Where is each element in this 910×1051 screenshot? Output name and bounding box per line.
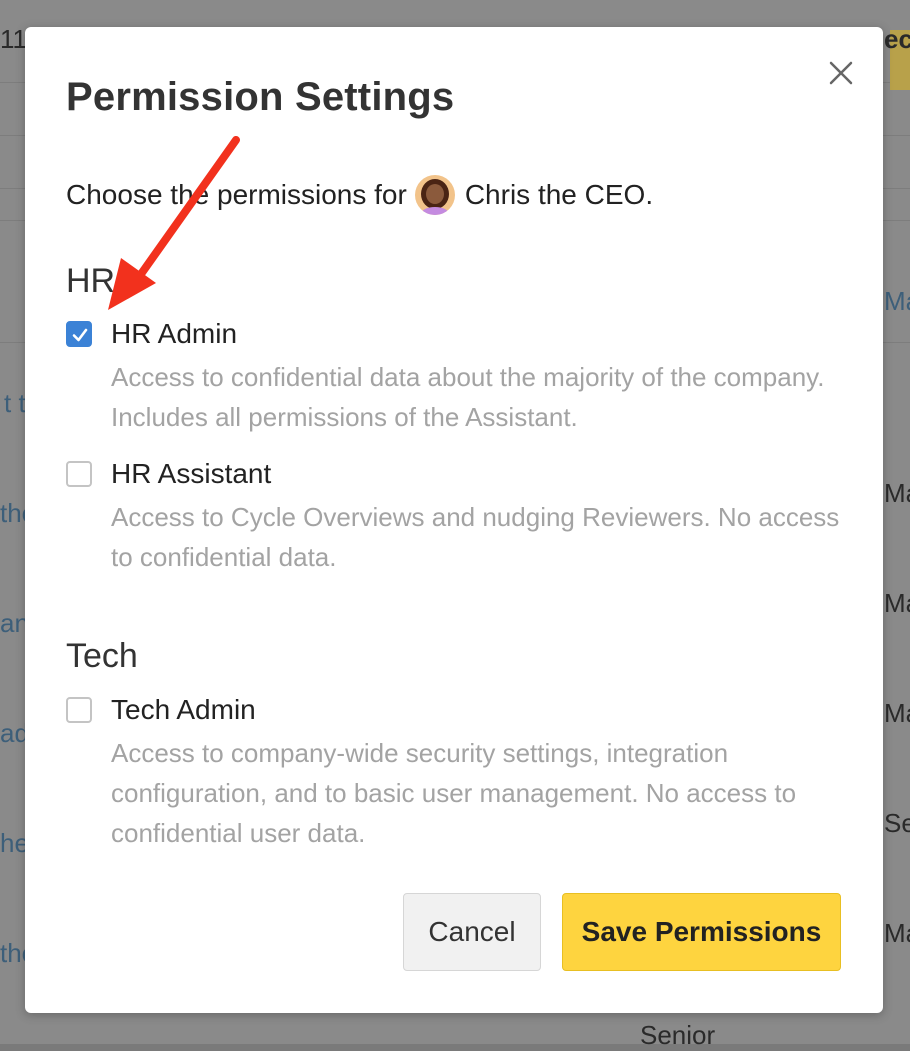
user-name: Chris the CEO.	[464, 179, 654, 210]
tech-admin-checkbox[interactable]	[66, 697, 92, 723]
permission-tech-admin: Tech Admin Access to company-wide securi…	[66, 693, 856, 853]
hr-assistant-label[interactable]: HR Assistant	[111, 457, 271, 491]
tech-admin-label[interactable]: Tech Admin	[111, 693, 256, 727]
bg-fragment: Senior	[640, 1020, 716, 1050]
hr-admin-checkbox[interactable]	[66, 321, 92, 347]
bg-fragment: Ma	[884, 478, 910, 508]
intro-text: Choose the permissions for	[66, 179, 407, 210]
bg-fragment: Se	[884, 808, 910, 838]
permission-settings-dialog: Permission Settings Choose the permissio…	[25, 27, 883, 1013]
hr-admin-label[interactable]: HR Admin	[111, 317, 237, 351]
hr-assistant-description: Access to Cycle Overviews and nudging Re…	[111, 502, 840, 572]
dialog-title: Permission Settings	[66, 75, 455, 119]
hr-admin-description: Access to confidential data about the ma…	[111, 362, 825, 432]
save-permissions-button[interactable]: Save Permissions	[562, 893, 841, 971]
close-icon[interactable]	[827, 59, 855, 87]
bg-fragment: Ma	[884, 588, 910, 618]
hr-assistant-checkbox[interactable]	[66, 461, 92, 487]
dialog-intro: Choose the permissions for Chris the CEO…	[66, 175, 653, 215]
bg-fragment: Ma	[884, 918, 910, 948]
user-avatar	[414, 175, 455, 215]
bg-fragment: Ma	[884, 698, 910, 728]
tech-admin-description: Access to company-wide security settings…	[111, 738, 797, 848]
section-title-hr: HR	[66, 262, 116, 300]
bg-fragment: ect	[884, 24, 910, 54]
permission-hr-admin: HR Admin Access to confidential data abo…	[66, 317, 856, 437]
cancel-button[interactable]: Cancel	[403, 893, 541, 971]
section-title-tech: Tech	[66, 637, 138, 675]
checkmark-icon	[72, 328, 88, 342]
bg-fragment: Ma	[884, 286, 910, 316]
permission-hr-assistant: HR Assistant Access to Cycle Overviews a…	[66, 457, 856, 577]
